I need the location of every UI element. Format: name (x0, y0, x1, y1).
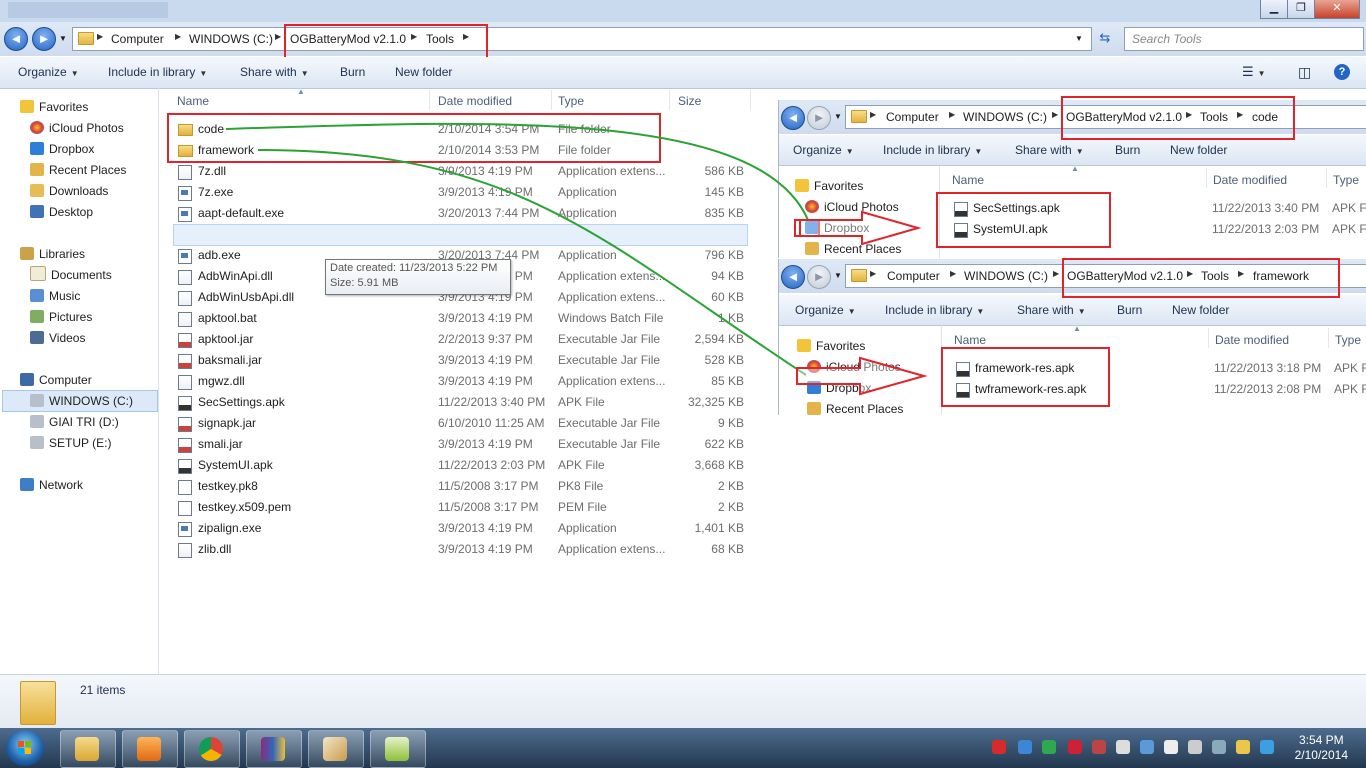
green-arrow-code (225, 122, 809, 221)
display-icon[interactable] (1212, 740, 1226, 754)
signal-icon[interactable] (1164, 740, 1178, 754)
taskbar-notepad-plus[interactable] (370, 730, 426, 768)
teamviewer-icon[interactable] (1260, 740, 1274, 754)
taskbar: 3:54 PM 2/10/2014 (0, 728, 1366, 768)
action-center-icon[interactable] (1068, 740, 1082, 754)
chrome-icon (199, 737, 223, 761)
status-bar: 21 items (0, 674, 1366, 729)
bluetooth-icon[interactable] (1140, 740, 1154, 754)
clock-date: 2/10/2014 (1294, 748, 1348, 762)
taskbar-media-player[interactable] (122, 730, 178, 768)
annotation-arrows (225, 122, 928, 396)
taskbar-chrome[interactable] (184, 730, 240, 768)
taskbar-winrar[interactable] (246, 730, 302, 768)
clock[interactable]: 3:54 PM 2/10/2014 (1295, 733, 1348, 763)
start-button[interactable] (6, 730, 44, 766)
red-arrow-code (799, 210, 922, 246)
network-tray-icon[interactable] (1042, 740, 1056, 754)
antivirus-icon[interactable] (992, 740, 1006, 754)
red-arrow-framework (796, 356, 928, 396)
media-player-icon (137, 737, 161, 761)
taskbar-explorer[interactable] (60, 730, 116, 768)
device-icon[interactable] (1116, 740, 1130, 754)
winrar-icon (261, 737, 285, 761)
green-arrow-framework (257, 149, 807, 376)
wand-icon[interactable] (1236, 740, 1250, 754)
notepad-plus-icon (385, 737, 409, 761)
folder-large-icon (20, 681, 56, 725)
item-count: 21 items (80, 683, 126, 697)
explorer-icon (75, 737, 99, 761)
taskbar-paint[interactable] (308, 730, 364, 768)
volume-icon[interactable] (1188, 740, 1202, 754)
dropbox-tray-icon[interactable] (1018, 740, 1032, 754)
paint-icon (323, 737, 347, 761)
clock-time: 3:54 PM (1298, 733, 1344, 747)
security-icon[interactable] (1092, 740, 1106, 754)
